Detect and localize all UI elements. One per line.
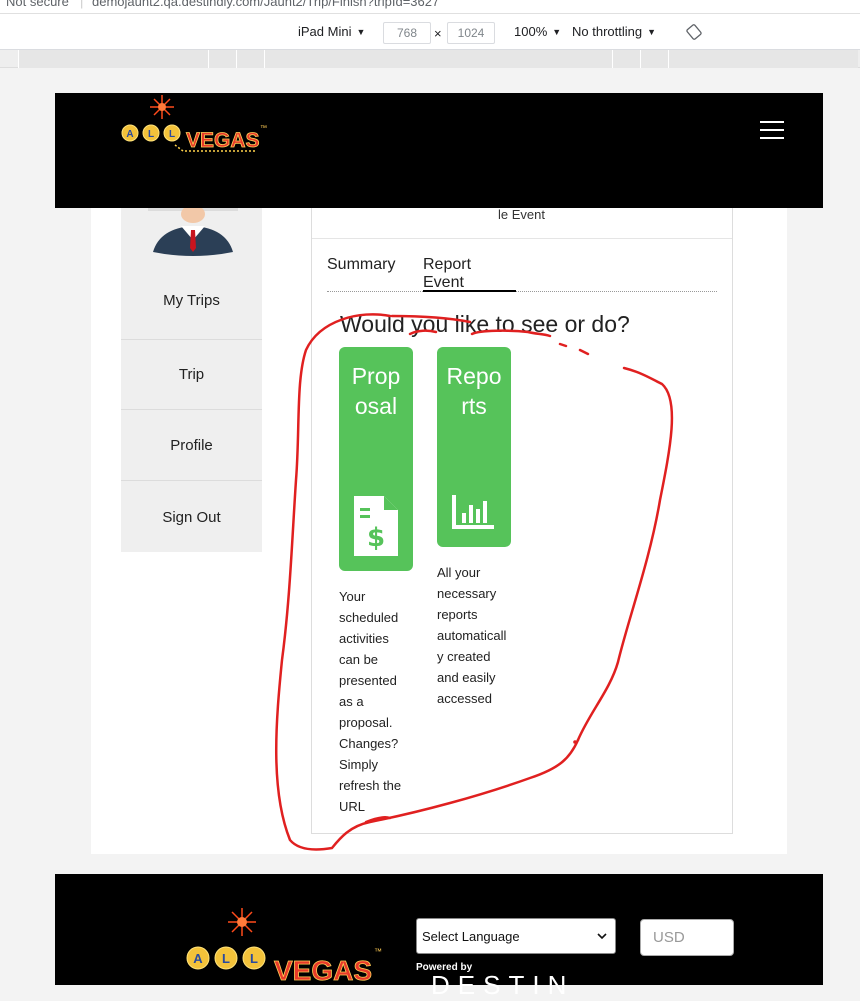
sidebar-item-my-trips[interactable]: My Trips [121, 262, 262, 340]
zoom-select[interactable]: 100% ▼ [514, 24, 561, 39]
svg-text:$: $ [367, 523, 385, 553]
site-header: A L L VEGAS ™ [55, 93, 823, 208]
hamburger-menu-button[interactable] [760, 121, 784, 139]
event-panel: le Event Summary Report Event Would you … [311, 208, 733, 834]
sidebar-item-label: Sign Out [162, 508, 221, 526]
proposal-dollar-icon: $ [354, 496, 398, 556]
svg-text:™: ™ [374, 947, 382, 956]
sidebar-item-trip[interactable]: Trip [121, 340, 262, 410]
svg-text:L: L [169, 129, 175, 140]
language-select-label: Select Language [422, 928, 520, 944]
bar-chart-icon [452, 495, 494, 529]
currency-input[interactable]: USD [640, 919, 734, 956]
sidebar-item-sign-out[interactable]: Sign Out [121, 482, 262, 552]
throttling-label: No throttling [572, 24, 643, 39]
caret-down-icon: ▼ [552, 26, 562, 37]
svg-text:VEGAS: VEGAS [274, 955, 372, 985]
height-input[interactable]: 1024 [447, 22, 495, 44]
svg-text:L: L [222, 951, 230, 966]
proposal-card-title: Proposal [351, 363, 401, 419]
device-select[interactable]: iPad Mini ▼ [298, 24, 365, 39]
svg-text:VEGAS: VEGAS [186, 129, 260, 152]
width-input[interactable]: 768 [383, 22, 431, 44]
proposal-card-description: Your scheduled activities can be present… [339, 589, 402, 814]
url-text[interactable]: demojaunt2.qa.destindly.com/Jaunt2/Trip/… [92, 0, 439, 9]
throttling-select[interactable]: No throttling ▼ [572, 24, 656, 39]
all-vegas-footer-logo[interactable]: A L L VEGAS ™ [182, 906, 382, 985]
user-avatar[interactable] [148, 208, 238, 256]
tab-report-event[interactable]: Report Event [423, 256, 516, 292]
zoom-label: 100% [514, 24, 548, 39]
language-select[interactable]: Select Language [416, 918, 616, 954]
device-label: iPad Mini [298, 24, 352, 39]
event-title-text: le Event [498, 207, 545, 222]
security-label: Not secure [6, 0, 69, 9]
sidebar-item-profile[interactable]: Profile [121, 411, 262, 481]
url-separator: | [80, 0, 84, 9]
caret-down-icon: ▼ [356, 26, 366, 37]
device-toolbar: iPad Mini ▼ 768 × 1024 100% ▼ No throttl… [0, 14, 860, 50]
svg-text:L: L [250, 951, 258, 966]
sidebar-item-label: Trip [178, 366, 205, 383]
url-bar[interactable]: Not secure | demojaunt2.qa.destindly.com… [0, 0, 860, 14]
times-symbol: × [434, 26, 442, 41]
tab-summary[interactable]: Summary [327, 256, 395, 292]
sidebar-item-label: My Trips [163, 292, 220, 309]
sidebar: My Trips Trip Profile Sign Out [121, 208, 262, 552]
options-question: Would you like to see or do? [340, 311, 630, 337]
media-query-ruler[interactable] [0, 50, 860, 68]
svg-text:™: ™ [260, 125, 267, 132]
reports-card-description: All your necessary reports automatically… [437, 565, 507, 706]
reports-card[interactable]: Reports [437, 347, 511, 547]
caret-down-icon: ▼ [647, 26, 657, 37]
event-tabs: Summary Report Event [327, 252, 717, 292]
rotate-icon[interactable] [686, 24, 702, 40]
svg-text:L: L [148, 129, 154, 140]
all-vegas-logo[interactable]: A L L VEGAS ™ [117, 93, 277, 161]
chevron-down-icon [597, 932, 607, 939]
site-footer: A L L VEGAS ™ Select Language USD Powere… [55, 874, 823, 1000]
reports-card-title: Reports [446, 363, 502, 419]
event-title-strip: le Event [312, 208, 732, 239]
proposal-card[interactable]: Proposal $ [339, 347, 413, 571]
destin-brand[interactable]: DESTIN [431, 970, 574, 1001]
svg-text:A: A [193, 951, 203, 966]
svg-text:A: A [126, 129, 133, 140]
sidebar-item-label: Profile [170, 437, 213, 454]
